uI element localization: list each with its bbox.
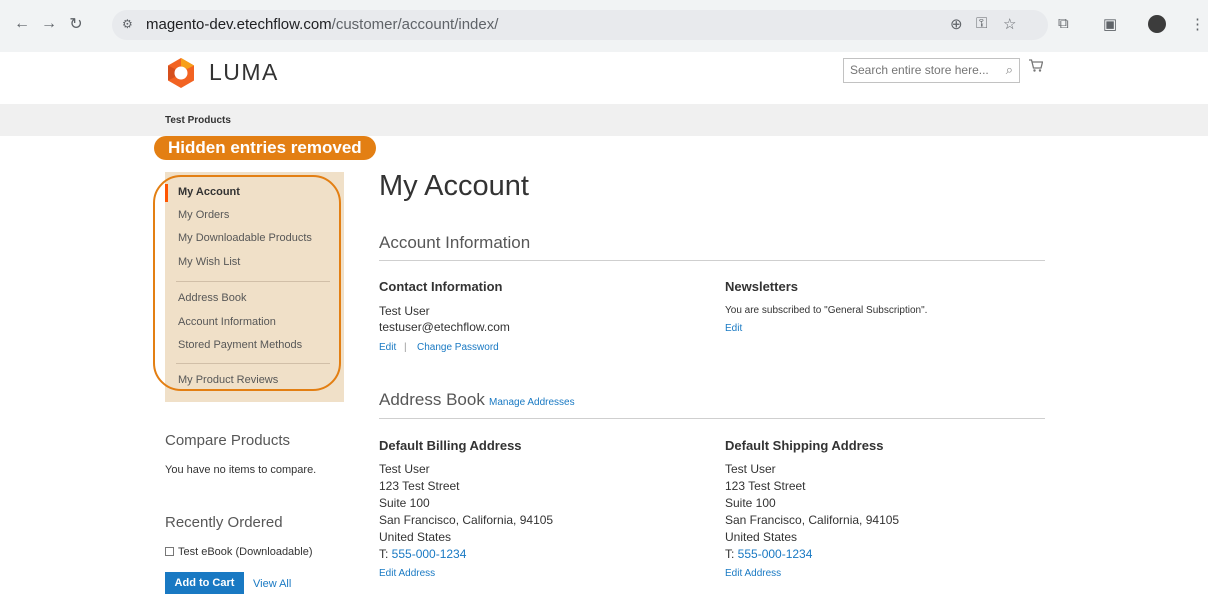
newsletter-status-text: You are subscribed to "General Subscript… — [725, 305, 928, 316]
view-all-link[interactable]: View All — [253, 578, 291, 590]
logo-text[interactable]: LUMA — [209, 59, 279, 86]
edit-newsletter-link[interactable]: Edit — [725, 323, 742, 334]
recently-ordered-checkbox[interactable] — [165, 547, 174, 556]
menu-kebab-icon[interactable]: ⋮ — [1190, 15, 1205, 33]
bookmark-star-icon[interactable]: ☆ — [1003, 15, 1016, 33]
back-icon[interactable]: ← — [10, 12, 34, 36]
site-info-icon[interactable]: ⚙ — [122, 17, 133, 31]
billing-country: United States — [379, 530, 452, 544]
compare-products-title: Compare Products — [165, 432, 291, 449]
edit-billing-address-link[interactable]: Edit Address — [379, 568, 435, 579]
url-path: /customer/account/index/ — [331, 16, 499, 33]
search-box[interactable]: ⌕ — [843, 58, 1020, 83]
add-to-cart-button[interactable]: Add to Cart — [165, 572, 244, 594]
recently-ordered-item[interactable]: Test eBook (Downloadable) — [178, 546, 313, 558]
cart-icon[interactable] — [1029, 59, 1043, 72]
shipping-suite: Suite 100 — [725, 496, 776, 510]
highlight-outline — [153, 175, 341, 391]
billing-suite: Suite 100 — [379, 496, 430, 510]
category-link-test-products[interactable]: Test Products — [165, 115, 231, 126]
shipping-street: 123 Test Street — [725, 479, 806, 493]
page-title: My Account — [379, 170, 529, 202]
manage-addresses-link[interactable]: Manage Addresses — [489, 397, 575, 408]
default-billing-title: Default Billing Address — [379, 438, 522, 453]
shipping-phone-row: T: 555-000-1234 — [725, 547, 812, 561]
tab-search-icon[interactable]: ▣ — [1103, 15, 1117, 33]
default-shipping-title: Default Shipping Address — [725, 438, 884, 453]
shipping-phone-prefix: T: — [725, 547, 738, 561]
recently-ordered-title: Recently Ordered — [165, 514, 283, 531]
billing-phone-link[interactable]: 555-000-1234 — [392, 547, 467, 561]
search-icon[interactable]: ⌕ — [1006, 62, 1013, 78]
change-password-link[interactable]: Change Password — [417, 342, 499, 353]
hidden-entries-callout: Hidden entries removed — [154, 136, 376, 160]
shipping-name: Test User — [725, 462, 776, 476]
shipping-city: San Francisco, California, 94105 — [725, 513, 900, 527]
edit-shipping-address-link[interactable]: Edit Address — [725, 568, 781, 579]
shipping-phone-link[interactable]: 555-000-1234 — [738, 547, 813, 561]
luma-logo-icon[interactable] — [165, 57, 197, 89]
billing-phone-row: T: 555-000-1234 — [379, 547, 466, 561]
reload-icon[interactable]: ↻ — [64, 12, 88, 36]
link-separator: | — [404, 342, 407, 353]
search-input[interactable] — [844, 59, 990, 80]
zoom-icon[interactable]: ⊕ — [950, 15, 963, 33]
profile-avatar[interactable] — [1148, 15, 1166, 33]
shipping-country: United States — [725, 530, 798, 544]
billing-street: 123 Test Street — [379, 479, 460, 493]
billing-phone-prefix: T: — [379, 547, 392, 561]
forward-icon[interactable]: → — [37, 12, 61, 36]
extensions-icon[interactable]: ⧉ — [1058, 15, 1069, 32]
billing-name: Test User — [379, 462, 430, 476]
section-divider — [379, 260, 1045, 261]
compare-empty-text: You have no items to compare. — [165, 464, 317, 476]
contact-information-title: Contact Information — [379, 279, 503, 294]
contact-name: Test User — [379, 304, 430, 318]
address-book-title: Address Book — [379, 390, 485, 409]
password-key-icon[interactable]: ⚿ — [976, 15, 987, 32]
contact-email: testuser@etechflow.com — [379, 320, 510, 334]
edit-contact-link[interactable]: Edit — [379, 342, 396, 353]
billing-city: San Francisco, California, 94105 — [379, 513, 554, 527]
url-text[interactable]: magento-dev.etechflow.com/customer/accou… — [146, 16, 498, 33]
url-host: magento-dev.etechflow.com — [146, 16, 332, 33]
section-divider — [379, 418, 1045, 419]
newsletters-title: Newsletters — [725, 279, 798, 294]
account-information-title: Account Information — [379, 233, 531, 252]
